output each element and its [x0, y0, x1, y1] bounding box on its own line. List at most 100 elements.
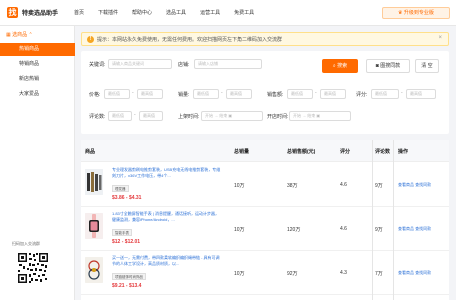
- calendar-icon: ▣: [228, 113, 233, 118]
- price-label: 价格:: [89, 92, 101, 98]
- col-product: 商品: [85, 149, 96, 155]
- notice-text: 提示：本网站永久免费使用，无需任何费用。欢迎扫描网页左下角二维码加入交流群: [97, 37, 283, 43]
- top-bar: 找 特卖选品助手 首页 下载插件 帮助中心 选品工具 运营工具 免费工具 ♛ 升…: [0, 0, 456, 26]
- calendar-icon: ▣: [316, 113, 321, 118]
- row-actions[interactable]: 查看商品 查找同款: [398, 182, 431, 188]
- col-rating[interactable]: 评分: [340, 148, 350, 155]
- nav-selection-tools[interactable]: 选品工具: [166, 9, 186, 16]
- range-dash: -: [401, 90, 403, 96]
- total-sales: 10万: [234, 183, 245, 189]
- rating-min-input[interactable]: 最低值: [371, 89, 399, 99]
- category-tag: 智能手表: [112, 229, 132, 236]
- product-price: $3.86 - $4.31: [112, 195, 142, 201]
- col-total-sales[interactable]: 总销量: [234, 148, 249, 155]
- sidebar-section-header[interactable]: ▦ 选商品 ⌃: [6, 31, 33, 38]
- reviews: 7万: [375, 271, 383, 277]
- filter-panel: 关键词: 请输入商品关键词 店铺: 请输入店铺 ⌕ 搜索 ◙ 图搜同款 清 空 …: [81, 51, 449, 134]
- category-tag: 理发器: [112, 185, 129, 192]
- sales-min-input[interactable]: 最低值: [193, 89, 219, 99]
- listed-time-label: 上架时间:: [178, 114, 200, 120]
- upgrade-label: 升级到专业版: [403, 10, 434, 16]
- price-min-input[interactable]: 最低值: [104, 89, 130, 99]
- col-reviews[interactable]: 评论数: [375, 148, 390, 155]
- search-button[interactable]: ⌕ 搜索: [322, 59, 358, 73]
- nav-download-plugin[interactable]: 下载插件: [98, 9, 118, 16]
- upgrade-button[interactable]: ♛ 升级到专业版: [382, 7, 450, 19]
- logo-icon[interactable]: 找: [7, 7, 18, 18]
- grid-icon: ▦: [6, 32, 11, 38]
- brand-name[interactable]: 特卖选品助手: [22, 8, 58, 17]
- shop-label: 店铺:: [178, 62, 190, 68]
- shop-open-start: 开始: [293, 113, 301, 118]
- sales-amount-label: 销售额:: [267, 92, 284, 98]
- nav-free-tools[interactable]: 免费工具: [234, 9, 254, 16]
- total-sales: 10万: [234, 271, 245, 277]
- total-amount: 38万: [287, 183, 298, 189]
- total-amount: 120万: [287, 227, 301, 233]
- product-price: $12 - $12.01: [112, 239, 141, 245]
- sidebar-item-new-store-hot[interactable]: 新店热销: [0, 73, 75, 86]
- image-search-label: 图搜同款: [380, 63, 401, 69]
- date-sep: →: [214, 113, 219, 118]
- rating: 4.3: [340, 270, 347, 276]
- top-nav: 首页 下载插件 帮助中心 选品工具 运营工具 免费工具: [74, 9, 268, 16]
- product-image[interactable]: [85, 213, 103, 239]
- crown-icon: ♛: [398, 10, 403, 16]
- reviews-min-input[interactable]: 最低值: [108, 111, 132, 121]
- reviews-max-input[interactable]: 最高值: [139, 111, 163, 121]
- camera-icon: ◙: [375, 63, 379, 69]
- qr-label: 扫码加入交流群: [12, 241, 40, 246]
- rating: 4.6: [340, 226, 347, 232]
- row-actions[interactable]: 查看商品 查找同款: [398, 270, 431, 276]
- date-sep: →: [302, 113, 307, 118]
- clear-button[interactable]: 清 空: [415, 59, 439, 73]
- sales-label: 销量:: [178, 92, 190, 98]
- range-dash: -: [315, 90, 317, 96]
- shop-open-date-range[interactable]: 开始 → 结束 ▣: [289, 111, 351, 121]
- total-amount: 92万: [287, 271, 298, 277]
- shop-open-end: 结束: [307, 113, 316, 118]
- product-price: $9.21 - $13.4: [112, 283, 142, 289]
- listed-date-range[interactable]: 开始 → 结束 ▣: [201, 111, 263, 121]
- sales-amount-min-input[interactable]: 最低值: [287, 89, 313, 99]
- keyword-input[interactable]: 请输入商品关键词: [108, 59, 172, 69]
- category-tag: 项链链饰时尚饰品: [112, 273, 146, 280]
- col-actions: 操作: [398, 149, 409, 155]
- product-image[interactable]: [85, 169, 103, 195]
- nav-home[interactable]: 首页: [74, 9, 84, 16]
- sidebar-item-popular[interactable]: 大家爱品: [0, 88, 75, 101]
- price-max-input[interactable]: 最高值: [137, 89, 163, 99]
- sales-max-input[interactable]: 最高值: [226, 89, 252, 99]
- reviews: 9万: [375, 227, 383, 233]
- results-table: 商品 总销量 总销售额(元) 评分 评论数 操作 专业理发器剪刷电推剪套装，US…: [81, 140, 449, 300]
- range-dash: -: [221, 90, 223, 96]
- rating-max-input[interactable]: 最高值: [406, 89, 436, 99]
- rating-label: 评分:: [356, 92, 368, 98]
- sidebar-section-label: 选商品: [12, 32, 28, 38]
- listed-end: 结束: [219, 113, 228, 118]
- image-search-button[interactable]: ◙ 图搜同款: [366, 59, 410, 73]
- notice-banner: ! 提示：本网站永久免费使用，无需任何费用。欢迎扫描网页左下角二维码加入交流群 …: [81, 32, 449, 46]
- nav-help-center[interactable]: 帮助中心: [132, 9, 152, 16]
- column-divider: [393, 140, 394, 300]
- reviews: 9万: [375, 183, 383, 189]
- keyword-label: 关键词:: [89, 62, 106, 68]
- listed-start: 开始: [205, 113, 213, 118]
- product-image[interactable]: [85, 257, 103, 283]
- product-title[interactable]: 买一送一，无需付费，带四款柔软编织编织绳带链 - 具有可调节的人体工学设计，高品…: [112, 255, 222, 273]
- product-title[interactable]: 1.83寸全触屏智能手表 | 消息提醒，通话接听，运动计步器，健康监测，兼容iP…: [112, 211, 222, 229]
- sales-amount-max-input[interactable]: 最高值: [320, 89, 346, 99]
- sidebar-item-special-products[interactable]: 特销商品: [0, 58, 75, 71]
- shop-input[interactable]: 请输入店铺: [194, 59, 262, 69]
- qr-code: [17, 252, 49, 284]
- sidebar-item-hot-products[interactable]: 热销商品: [0, 43, 75, 56]
- product-title[interactable]: 专业理发器剪刷电推剪套装，USB充电无线电推剪套装，专维刻刀片，x36V工作电压…: [112, 167, 222, 185]
- row-actions[interactable]: 查看商品 查找同款: [398, 226, 431, 232]
- range-dash: -: [132, 90, 134, 96]
- nav-operation-tools[interactable]: 运营工具: [200, 9, 220, 16]
- reviews-label: 评论数:: [89, 114, 106, 120]
- close-icon[interactable]: ×: [438, 35, 442, 41]
- column-divider: [372, 140, 373, 300]
- total-sales: 10万: [234, 227, 245, 233]
- col-total-amount[interactable]: 总销售额(元): [287, 148, 315, 155]
